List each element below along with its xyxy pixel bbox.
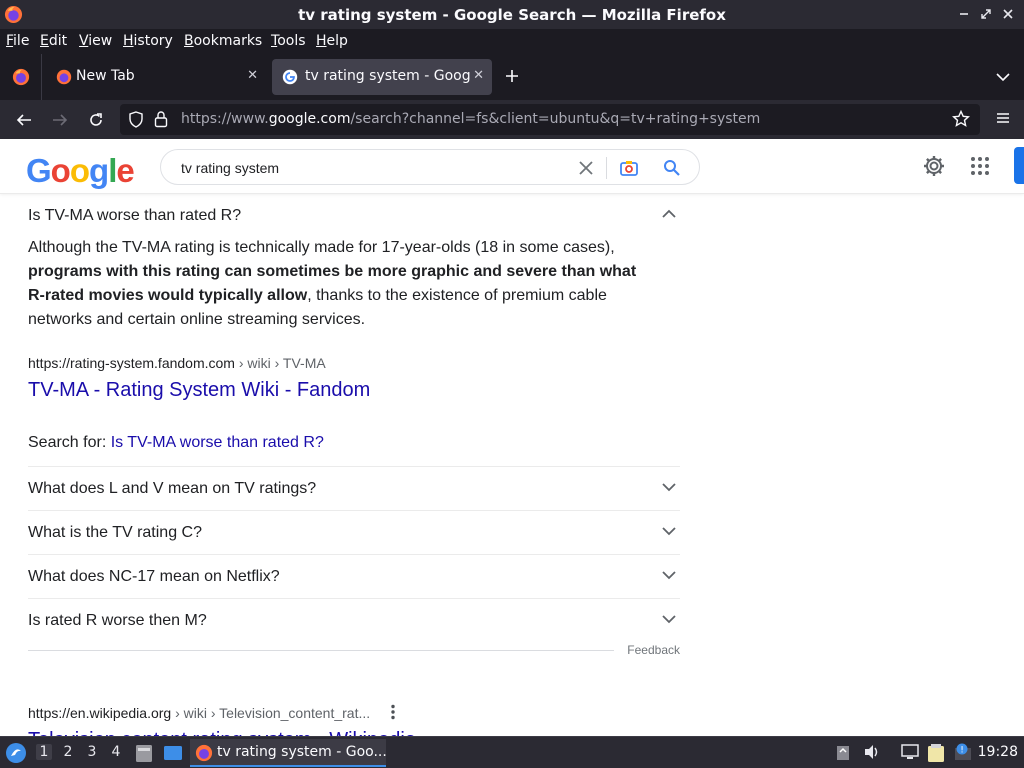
paa-question-text: What is the TV rating C?	[28, 524, 202, 541]
menu-file[interactable]: File	[6, 33, 29, 49]
maximize-button[interactable]	[978, 5, 994, 23]
menu-help[interactable]: Help	[316, 33, 348, 49]
minimize-button[interactable]	[956, 5, 972, 23]
plus-icon	[506, 70, 518, 82]
reload-button[interactable]	[85, 109, 107, 131]
google-icon	[282, 69, 298, 85]
paa-question-text: What does NC-17 mean on Netflix?	[28, 568, 280, 585]
workspace-3[interactable]: 3	[84, 744, 100, 760]
google-apps-icon[interactable]	[970, 156, 990, 176]
chevron-down-icon	[662, 483, 676, 492]
firefox-icon	[195, 744, 213, 762]
arrow-left-icon	[16, 114, 31, 126]
chevron-down-icon	[662, 527, 676, 536]
google-logo[interactable]: Google	[26, 152, 135, 190]
start-menu-icon[interactable]	[5, 742, 27, 764]
file-manager-icon[interactable]	[135, 743, 153, 763]
search-divider	[606, 157, 607, 179]
clock[interactable]: 19:28	[978, 744, 1018, 760]
search-input[interactable]: tv rating system	[181, 160, 279, 176]
new-tab-button[interactable]	[505, 65, 519, 87]
result-citation[interactable]: https://en.wikipedia.org › wiki › Televi…	[28, 705, 370, 721]
search-icon[interactable]	[662, 158, 682, 178]
result-title-link[interactable]: TV-MA - Rating System Wiki - Fandom	[28, 379, 370, 402]
chevron-up-icon	[662, 209, 676, 218]
result-citation[interactable]: https://rating-system.fandom.com › wiki …	[28, 355, 326, 371]
workspace-4[interactable]: 4	[108, 744, 124, 760]
tracking-protection-icon[interactable]	[128, 111, 144, 128]
firefox-icon	[56, 69, 72, 85]
firefox-icon	[12, 68, 29, 86]
tab-label: New Tab	[76, 68, 135, 84]
search-for-line: Search for: Is TV-MA worse than rated R?	[28, 434, 324, 451]
volume-icon[interactable]	[863, 743, 881, 761]
close-tab-icon[interactable]: ✕	[473, 68, 484, 83]
clipboard-icon[interactable]	[836, 743, 850, 761]
menu-edit[interactable]: Edit	[40, 33, 67, 49]
chevron-down-icon	[662, 571, 676, 580]
menu-tools[interactable]: Tools	[271, 33, 306, 49]
tab-google-search[interactable]: tv rating system - Google Search ✕	[272, 59, 492, 95]
menu-history[interactable]: History	[123, 33, 173, 49]
window-title: tv rating system - Google Search — Mozil…	[298, 6, 726, 24]
workspace-2[interactable]: 2	[60, 744, 76, 760]
menu-bar: File Edit View History Bookmarks Tools H…	[0, 29, 1024, 54]
chevron-down-icon	[662, 615, 676, 624]
google-header: Google tv rating system	[0, 139, 1024, 194]
back-button[interactable]	[13, 109, 35, 131]
close-tab-icon[interactable]: ✕	[247, 68, 258, 83]
clear-search-icon[interactable]	[577, 159, 595, 177]
paa-question[interactable]: What does NC-17 mean on Netflix?	[28, 555, 680, 599]
navigation-bar: https://www.google.com/search?channel=fs…	[0, 100, 1024, 139]
more-options-icon[interactable]	[390, 704, 396, 720]
feedback-divider	[28, 650, 614, 651]
address-bar[interactable]: https://www.google.com/search?channel=fs…	[120, 104, 980, 135]
reload-icon	[90, 113, 102, 126]
paa-answer: Although the TV-MA rating is technically…	[28, 239, 637, 328]
window-titlebar: tv rating system - Google Search — Mozil…	[0, 0, 1024, 29]
paa-question-text: What does L and V mean on TV ratings?	[28, 480, 317, 497]
tab-strip: New Tab ✕ tv rating system - Google Sear…	[0, 54, 1024, 100]
show-desktop-icon[interactable]	[163, 745, 183, 761]
menu-bookmarks[interactable]: Bookmarks	[184, 33, 262, 49]
close-window-button[interactable]	[1000, 5, 1016, 23]
taskbar: 1 2 3 4 tv rating system - Goo... ! 19:2…	[0, 736, 1024, 768]
search-box[interactable]: tv rating system	[160, 149, 700, 185]
app-menu-button[interactable]	[996, 111, 1010, 130]
settings-gear-icon[interactable]	[922, 154, 946, 178]
arrow-right-icon	[53, 114, 68, 126]
taskbar-window-firefox[interactable]: tv rating system - Goo...	[190, 739, 387, 767]
forward-button[interactable]	[49, 109, 71, 131]
taskbar-window-label: tv rating system - Goo...	[217, 744, 387, 760]
chevron-down-icon	[996, 73, 1010, 82]
svg-text:!: !	[960, 746, 964, 756]
url-text[interactable]: https://www.google.com/search?channel=fs…	[181, 111, 760, 127]
feedback-link[interactable]: Feedback	[627, 643, 680, 657]
workspace-1[interactable]: 1	[36, 744, 52, 760]
paa-question[interactable]: Is rated R worse then M?	[28, 599, 680, 643]
sign-in-button[interactable]	[1014, 147, 1024, 184]
paa-question-text: Is rated R worse then M?	[28, 612, 207, 629]
notes-icon[interactable]	[927, 743, 945, 763]
tab-new-tab[interactable]: New Tab ✕	[46, 59, 266, 95]
tab-label: tv rating system - Google Search	[305, 68, 471, 84]
lock-icon[interactable]	[154, 110, 168, 128]
update-notification-icon[interactable]: !	[954, 743, 972, 761]
paa-question[interactable]: What is the TV rating C?	[28, 511, 680, 555]
network-icon[interactable]	[900, 743, 920, 761]
camera-search-icon[interactable]	[619, 158, 639, 178]
paa-question-text: Is TV-MA worse than rated R?	[28, 207, 242, 224]
menu-view[interactable]: View	[79, 33, 112, 49]
list-all-tabs-button[interactable]	[996, 69, 1010, 87]
search-for-link[interactable]: Is TV-MA worse than rated R?	[111, 434, 324, 451]
hamburger-menu-icon	[997, 113, 1009, 123]
firefox-view-button[interactable]	[0, 54, 42, 100]
paa-question[interactable]: What does L and V mean on TV ratings?	[28, 467, 680, 511]
paa-question-expanded[interactable]: Is TV-MA worse than rated R?	[28, 194, 680, 238]
bookmark-star-icon[interactable]	[952, 110, 970, 128]
